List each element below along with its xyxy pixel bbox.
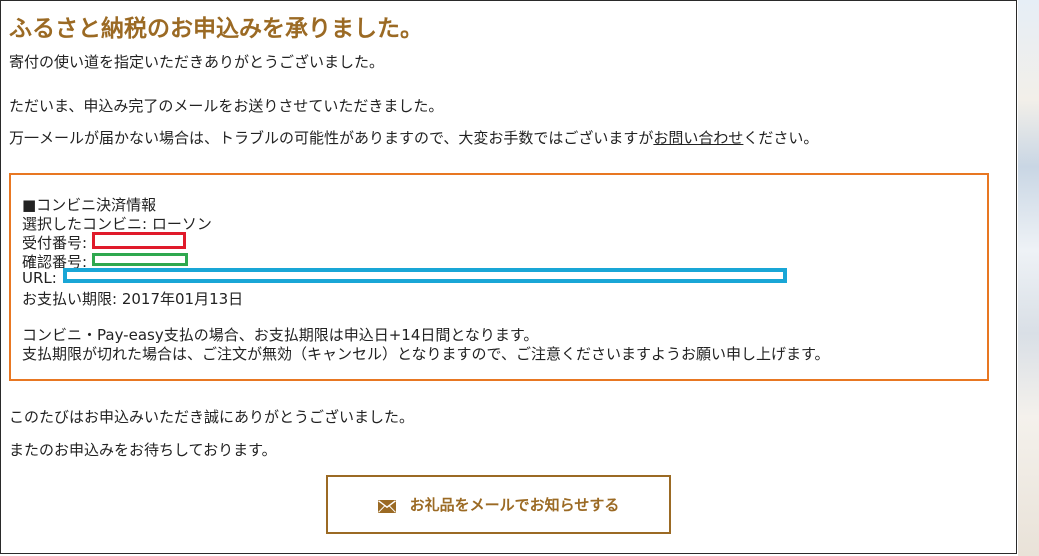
url-label: URL:: [22, 269, 57, 287]
background-image-strip: [1018, 0, 1039, 556]
closing-thanks: このたびはお申込みいただき誠にありがとうございました。: [9, 408, 415, 426]
thanks-usage-message: 寄付の使い道を指定いただきありがとうございました。: [9, 53, 385, 71]
envelope-icon: [377, 498, 396, 513]
trouble-notice-text: 万一メールが届かない場合は、トラブルの可能性がありますので、大変お手数ではござい…: [9, 129, 654, 147]
page-title: ふるさと納税のお申込みを承りました。: [9, 16, 423, 42]
payment-period-note: コンビニ・Pay-easy支払の場合、お支払期限は申込日+14日間となります。: [22, 326, 539, 344]
confirmation-number-redaction: [92, 253, 188, 266]
payment-heading: ■コンビニ決済情報: [22, 196, 157, 214]
notify-gift-by-mail-button[interactable]: お礼品をメールでお知らせする: [326, 475, 671, 534]
url-redaction: [63, 268, 787, 283]
contact-link[interactable]: お問い合わせ: [653, 129, 743, 147]
closing-wait: またのお申込みをお待ちしております。: [9, 441, 277, 459]
content-frame: ふるさと納税のお申込みを承りました。 寄付の使い道を指定いただきありがとうござい…: [0, 0, 1017, 554]
payment-deadline: お支払い期限: 2017年01月13日: [22, 290, 244, 308]
trouble-notice: 万一メールが届かない場合は、トラブルの可能性がありますので、大変お手数ではござい…: [9, 127, 818, 148]
notify-gift-by-mail-label: お礼品をメールでお知らせする: [409, 496, 620, 514]
mail-sent-message: ただいま、申込み完了のメールをお送りさせていただきました。: [9, 97, 444, 115]
expiry-note: 支払期限が切れた場合は、ご注文が無効（キャンセル）となりますので、ご注意ください…: [22, 345, 830, 363]
selected-store: 選択したコンビニ: ローソン: [22, 215, 212, 233]
receipt-number-label: 受付番号:: [22, 234, 88, 252]
receipt-number-redaction: [92, 232, 186, 249]
trouble-notice-tail: ください。: [743, 129, 819, 147]
